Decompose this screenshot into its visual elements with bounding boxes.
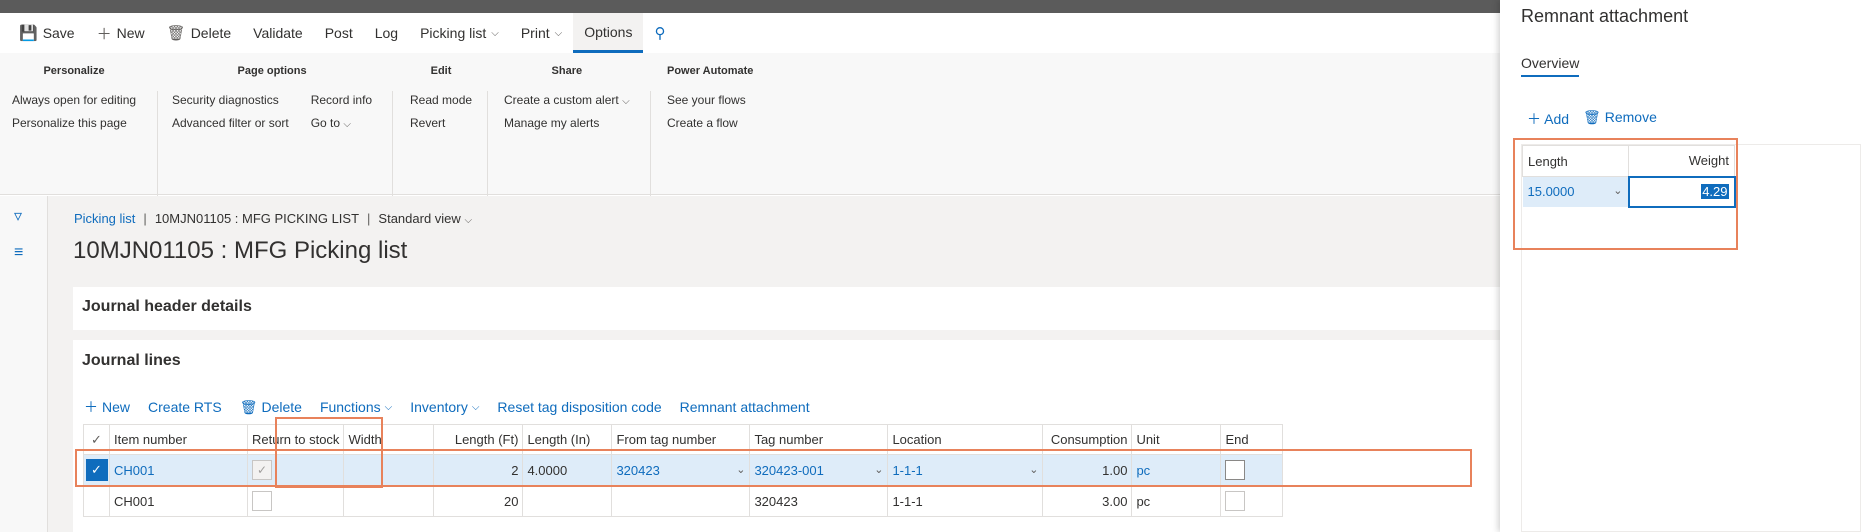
print-menu[interactable]: Print ⌵ <box>510 13 573 53</box>
divider <box>487 91 488 203</box>
revert-button[interactable]: Revert <box>410 112 472 135</box>
validate-button[interactable]: Validate <box>242 13 314 53</box>
chevron-down-icon: ⌵ <box>554 27 563 39</box>
return-to-stock-checkbox[interactable] <box>252 491 272 511</box>
go-to-menu[interactable]: Go to ⌵ <box>311 112 372 135</box>
unit-cell[interactable]: pc <box>1131 485 1222 517</box>
picking-list-menu[interactable]: Picking list ⌵ <box>409 13 510 53</box>
breadcrumb: Picking list | 10MJN01105 : MFG PICKING LI… <box>74 211 473 226</box>
edit-group: Edit Read mode Revert <box>410 65 472 135</box>
return-to-stock-cell[interactable] <box>246 485 345 517</box>
length-ft-cell[interactable]: 20 <box>433 485 524 517</box>
log-button[interactable]: Log <box>364 13 409 53</box>
divider <box>650 91 651 203</box>
end-checkbox[interactable] <box>1225 491 1246 511</box>
length-in-cell[interactable] <box>522 485 613 517</box>
chevron-down-icon: ⌵ <box>343 119 352 130</box>
new-button[interactable]: ＋ New <box>86 13 156 53</box>
view-selector[interactable]: Standard view ⌵ <box>378 211 472 226</box>
line-new-button[interactable]: ＋ New <box>84 397 130 417</box>
chevron-down-icon: ⌵ <box>491 27 499 39</box>
share-group: Share Create a custom alert ⌵ Manage my … <box>504 65 630 135</box>
item-number-cell[interactable]: CH001 <box>109 485 248 517</box>
list-icon[interactable]: ≡ <box>14 244 23 262</box>
width-cell[interactable] <box>343 485 435 517</box>
chevron-down-icon: ⌵ <box>464 215 473 226</box>
end-cell[interactable] <box>1220 485 1284 517</box>
personalize-this-page-button[interactable]: Personalize this page <box>12 112 136 135</box>
plus-icon: ＋ <box>84 399 98 415</box>
search-button[interactable]: ⚲ <box>643 13 676 53</box>
panel-title: Remnant attachment <box>1521 6 1689 26</box>
inventory-menu[interactable]: Inventory ⌵ <box>410 397 479 417</box>
save-icon: 💾 <box>19 25 38 42</box>
save-button[interactable]: 💾 Save <box>8 13 86 53</box>
table-row[interactable]: CH001 20 320423 1-1-1 3.00 pc <box>83 485 1284 517</box>
panel-toolbar: ＋ Add 🗑 Remove <box>1527 109 1657 129</box>
create-a-flow-button[interactable]: Create a flow <box>667 112 753 135</box>
tab-overview[interactable]: Overview <box>1521 55 1580 77</box>
divider <box>157 91 158 203</box>
breadcrumb-record: 10MJN01105 : MFG PICKING LIST <box>154 211 360 226</box>
see-your-flows-button[interactable]: See your flows <box>667 89 753 112</box>
always-open-for-editing-button[interactable]: Always open for editing <box>12 89 136 112</box>
create-custom-alert-menu[interactable]: Create a custom alert ⌵ <box>504 89 630 112</box>
trash-icon: 🗑 <box>1583 109 1601 125</box>
remnant-attachment-button[interactable]: Remnant attachment <box>680 397 810 417</box>
personalize-group: Personalize Always open for editing Pers… <box>12 65 136 135</box>
from-tag-number-cell[interactable] <box>611 485 751 517</box>
functions-menu[interactable]: Functions ⌵ <box>320 397 392 417</box>
chevron-down-icon: ⌵ <box>622 96 630 107</box>
reset-tag-disposition-button[interactable]: Reset tag disposition code <box>497 397 661 417</box>
advanced-filter-button[interactable]: Advanced filter or sort <box>172 112 289 135</box>
delete-button[interactable]: 🗑 Delete <box>156 13 243 53</box>
page-title: 10MJN01105 : MFG Picking list <box>73 237 408 264</box>
add-button[interactable]: ＋ Add <box>1527 109 1569 129</box>
trash-icon: 🗑 <box>166 25 186 42</box>
remove-button[interactable]: 🗑 Remove <box>1583 109 1657 129</box>
chevron-down-icon: ⌵ <box>384 401 393 413</box>
plus-icon: ＋ <box>96 25 112 43</box>
security-diagnostics-button[interactable]: Security diagnostics <box>172 89 289 112</box>
plus-icon: ＋ <box>1527 111 1541 127</box>
page-options-group: Page options Security diagnostics Advanc… <box>172 65 372 135</box>
record-info-button[interactable]: Record info <box>311 89 372 112</box>
highlight-remnant-grid <box>1513 138 1738 250</box>
search-icon: ⚲ <box>654 25 666 42</box>
post-button[interactable]: Post <box>314 13 364 53</box>
read-mode-button[interactable]: Read mode <box>410 89 472 112</box>
left-nav: ▿ ≡ <box>0 196 48 532</box>
breadcrumb-picking-list-link[interactable]: Picking list <box>74 211 135 226</box>
lines-toolbar: ＋ New Create RTS 🗑 Delete Functions ⌵ Inven… <box>84 397 810 417</box>
trash-icon: 🗑 <box>239 398 258 415</box>
power-automate-group: Power Automate See your flows Create a f… <box>667 65 753 135</box>
remnant-attachment-panel: Remnant attachment Overview ＋ Add 🗑 Remo… <box>1500 0 1867 532</box>
consumption-cell[interactable]: 3.00 <box>1042 485 1133 517</box>
tag-number-cell[interactable]: 320423 <box>749 485 889 517</box>
divider <box>392 91 393 203</box>
filter-icon[interactable]: ▿ <box>14 206 22 226</box>
highlight-selected-row <box>75 449 1472 487</box>
row-select-cell[interactable] <box>83 485 110 517</box>
manage-my-alerts-button[interactable]: Manage my alerts <box>504 112 630 135</box>
location-cell[interactable]: 1-1-1 <box>887 485 1044 517</box>
options-tab[interactable]: Options <box>573 13 644 53</box>
create-rts-button[interactable]: Create RTS <box>148 397 222 417</box>
line-delete-button[interactable]: 🗑 Delete <box>240 397 302 417</box>
journal-header-fasttab[interactable]: Journal header details <box>73 287 1500 330</box>
chevron-down-icon: ⌵ <box>471 401 480 413</box>
